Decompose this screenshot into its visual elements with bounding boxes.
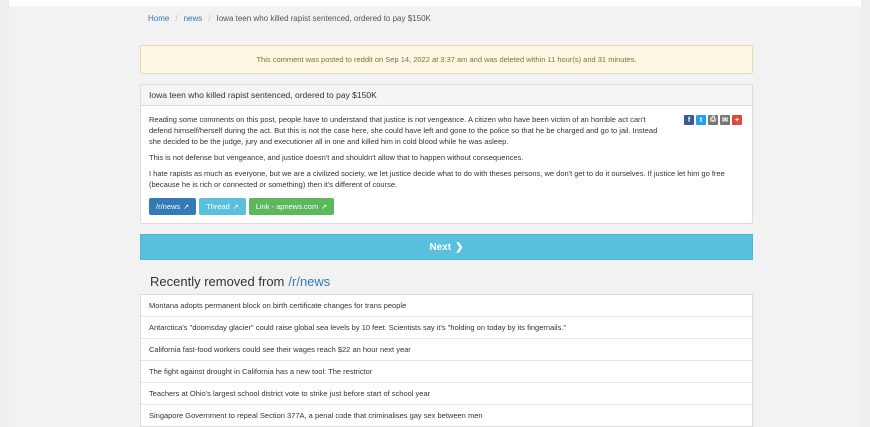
comment-paragraph: This is not defense but vengeance, and j… [149,153,524,162]
comment-paragraph: I hate rapists as much as everyone, but … [149,169,725,189]
breadcrumb-home[interactable]: Home [148,14,169,23]
thread-button[interactable]: Thread ↗ [199,198,246,215]
external-link-icon: ↗ [321,203,328,211]
comment-title-text: Iowa teen who killed rapist sentenced, o… [149,90,377,100]
comment-actions: /r/news ↗ Thread ↗ Link - apnews.com ↗ [149,198,744,215]
source-link-button[interactable]: Link - apnews.com ↗ [248,198,335,215]
right-margin [861,0,870,427]
next-button-label: Next [429,241,452,253]
plus-icon[interactable]: + [732,115,742,125]
thread-button-label: Thread [206,202,230,211]
breadcrumb-news[interactable]: news [184,14,203,23]
main-container: Home / news / Iowa teen who killed rapis… [140,6,753,427]
deleted-notice: This comment was posted to reddit on Sep… [140,45,753,74]
recent-list: Montana adopts permanent block on birth … [140,294,753,427]
next-button[interactable]: Next ❯ [140,234,753,260]
comment-title: Iowa teen who killed rapist sentenced, o… [141,85,752,106]
facebook-icon[interactable]: f [684,115,694,125]
twitter-icon[interactable]: t [696,115,706,125]
list-item[interactable]: Montana adopts permanent block on birth … [141,295,752,317]
list-item[interactable]: Singapore Government to repeal Section 3… [141,405,752,426]
breadcrumb: Home / news / Iowa teen who killed rapis… [140,6,753,30]
left-margin [0,0,9,427]
source-link-button-label: Link - apnews.com [255,202,319,211]
breadcrumb-separator: / [208,13,211,23]
share-buttons: f t ⎙ ✉ + [684,115,742,125]
external-link-icon: ↗ [232,203,239,211]
comment-panel: Iowa teen who killed rapist sentenced, o… [140,84,753,224]
recent-heading-prefix: Recently removed from [150,273,285,289]
recent-heading-subreddit-link[interactable]: /r/news [288,274,330,289]
email-icon[interactable]: ✉ [720,115,730,125]
list-item[interactable]: Antarctica's "doomsday glacier" could ra… [141,317,752,339]
external-link-icon: ↗ [183,203,190,211]
page: Home / news / Iowa teen who killed rapis… [9,6,861,427]
breadcrumb-current: Iowa teen who killed rapist sentenced, o… [216,13,431,23]
recent-heading: Recently removed from /r/news [150,270,753,292]
subreddit-button-label: /r/news [156,202,181,211]
print-icon[interactable]: ⎙ [708,115,718,125]
breadcrumb-separator: / [175,13,178,23]
list-item[interactable]: California fast-food workers could see t… [141,339,752,361]
comment-paragraph: Reading some comments on this post, peop… [149,115,658,146]
chevron-right-icon: ❯ [455,241,464,253]
comment-body: f t ⎙ ✉ + Reading some comments on this … [141,106,752,223]
list-item[interactable]: Teachers at Ohio's largest school distri… [141,383,752,405]
subreddit-button[interactable]: /r/news ↗ [149,198,197,215]
deleted-notice-text: This comment was posted to reddit on Sep… [256,55,637,64]
list-item[interactable]: The fight against drought in California … [141,361,752,383]
